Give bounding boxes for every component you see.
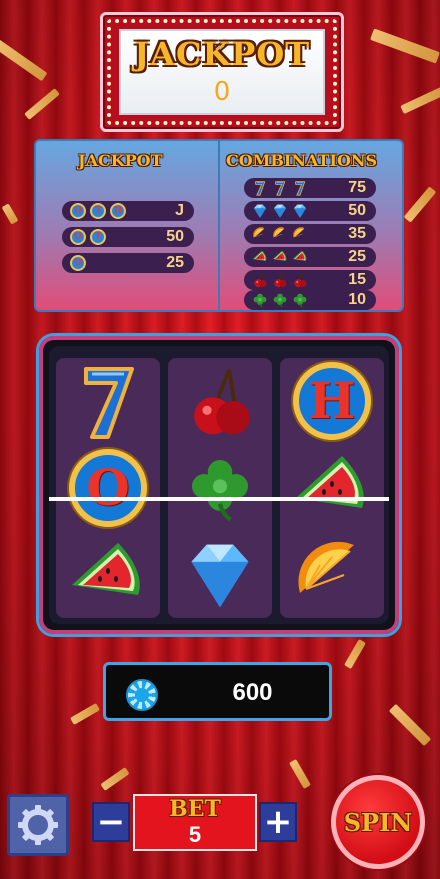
paytable-divider (218, 141, 220, 310)
jackpot-row: O T 50 (62, 227, 194, 247)
confetti (70, 703, 100, 725)
reel-symbol: H (280, 358, 384, 444)
paytable-jackpot-header: JACKPOT (78, 151, 163, 170)
gear-icon (18, 805, 58, 845)
combination-payout: 50 (348, 202, 366, 219)
reel-symbol (280, 445, 384, 531)
letter-coin-icon: T (90, 203, 106, 219)
reel-symbol (168, 358, 272, 444)
reel-symbol (280, 532, 384, 618)
paytable: JACKPOT COMBINATIONS O T H J O T 50 O 25… (34, 139, 404, 312)
diamond-icon (182, 537, 258, 613)
diamond-icon (292, 203, 308, 219)
seven-icon (272, 180, 288, 196)
paytable-combinations-header: COMBINATIONS (226, 151, 378, 170)
orange-icon (292, 535, 372, 615)
combination-row: 10 (244, 290, 376, 310)
letter-coin-icon: H (110, 203, 126, 219)
cherry-icon (272, 272, 288, 288)
reel-symbol (56, 532, 160, 618)
clover-icon (185, 453, 255, 523)
watermelon-icon (68, 535, 148, 615)
orange-icon (252, 226, 268, 242)
bet-decrease-button[interactable]: − (92, 802, 130, 842)
combination-row: 35 (244, 224, 376, 244)
reel-symbol (56, 358, 160, 444)
diamond-icon (252, 203, 268, 219)
jackpot-row-payout: 50 (166, 228, 184, 245)
jackpot-board: JACKPOT 0 (119, 29, 325, 115)
confetti (1, 203, 19, 225)
combination-payout: 10 (348, 291, 366, 308)
bet-label: BET (169, 796, 221, 822)
jackpot-marquee: JACKPOT 0 (100, 12, 344, 132)
confetti (100, 767, 130, 791)
jackpot-row-payout: J (175, 202, 184, 219)
diamond-icon (272, 203, 288, 219)
jackpot-row: O T H J (62, 201, 194, 221)
jackpot-value: 0 (213, 77, 231, 107)
seven-icon (292, 180, 308, 196)
seven-icon (77, 361, 139, 441)
watermelon-icon (292, 448, 372, 528)
spin-button[interactable]: SPIN (331, 775, 425, 869)
letter-coin-icon: O (70, 203, 86, 219)
combination-payout: 35 (348, 225, 366, 242)
combination-row: 50 (244, 201, 376, 221)
chip-icon (126, 679, 158, 711)
combination-payout: 15 (348, 271, 366, 288)
watermelon-icon (252, 249, 268, 265)
letter-coin-icon: O (70, 229, 86, 245)
letter-coin-icon: O (70, 255, 86, 271)
jackpot-row: O 25 (62, 253, 194, 273)
orange-icon (292, 226, 308, 242)
watermelon-icon (292, 249, 308, 265)
balance-display: 600 (103, 662, 332, 721)
jackpot-row-payout: 25 (166, 254, 184, 271)
reel-symbol (168, 532, 272, 618)
orange-icon (272, 226, 288, 242)
confetti (403, 186, 437, 223)
confetti (289, 759, 311, 789)
bet-increase-button[interactable]: + (259, 802, 297, 842)
letter-coin-icon: T (90, 229, 106, 245)
seven-icon (252, 180, 268, 196)
combination-row: 75 (244, 178, 376, 198)
clover-icon (252, 292, 268, 308)
reel-1: O (56, 358, 160, 618)
payline (49, 497, 389, 501)
confetti (24, 88, 60, 120)
bet-value: 5 (188, 822, 202, 847)
combination-row: 25 (244, 247, 376, 267)
combination-payout: 25 (348, 248, 366, 265)
cherry-icon (252, 272, 268, 288)
confetti (344, 639, 366, 669)
letter-coin-icon: O (69, 449, 147, 527)
spin-label: SPIN (343, 807, 413, 837)
watermelon-icon (272, 249, 288, 265)
confetti (400, 86, 440, 115)
reels-window: O H (49, 346, 389, 624)
settings-button[interactable] (7, 794, 69, 856)
reel-symbol (168, 445, 272, 531)
bet-display: BET 5 (133, 794, 257, 851)
reel-2 (168, 358, 272, 618)
slot-reels: O H (36, 333, 402, 637)
letter-coin-icon: H (293, 362, 371, 440)
confetti (0, 38, 48, 82)
jackpot-title: JACKPOT (134, 35, 310, 73)
clover-icon (292, 292, 308, 308)
confetti (388, 703, 432, 747)
confetti (370, 28, 440, 64)
cherry-icon (292, 272, 308, 288)
balance-value: 600 (232, 679, 273, 706)
reel-3: H (280, 358, 384, 618)
combination-payout: 75 (348, 179, 366, 196)
reel-symbol: O (56, 445, 160, 531)
combination-row: 15 (244, 270, 376, 290)
cherry-icon (183, 361, 257, 441)
clover-icon (272, 292, 288, 308)
